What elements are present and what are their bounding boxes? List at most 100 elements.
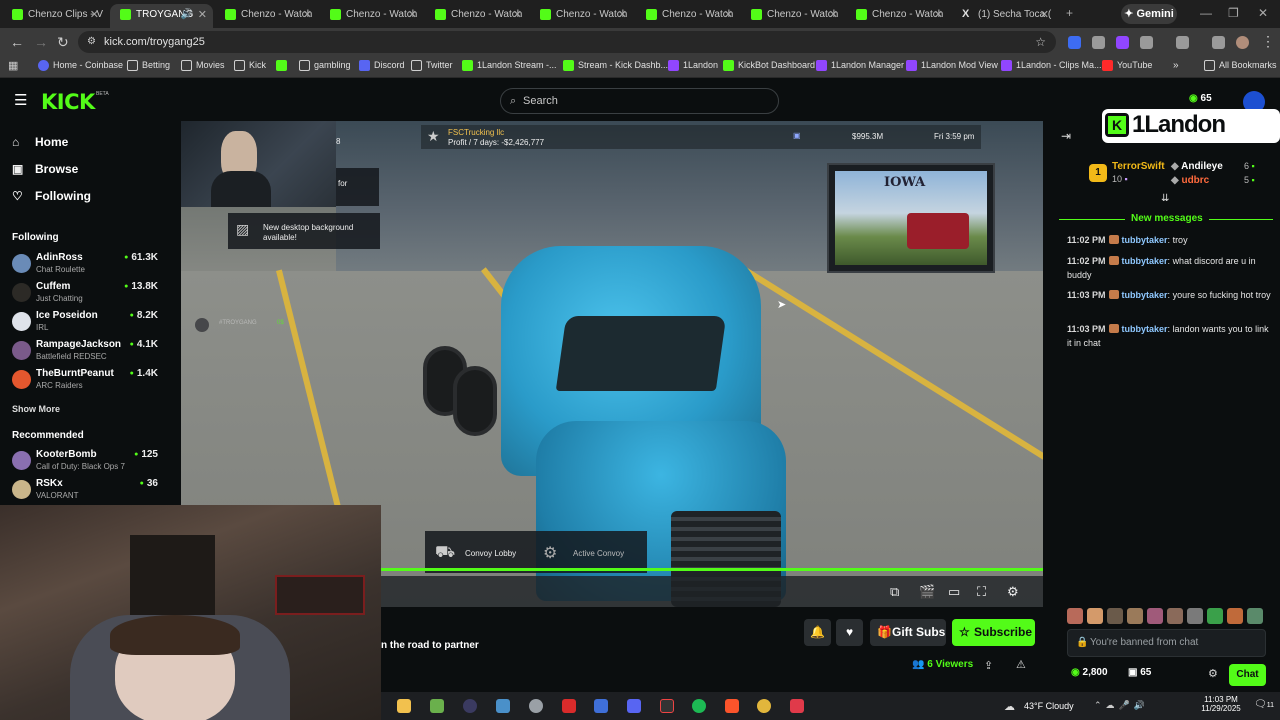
- close-icon[interactable]: ✕: [408, 4, 417, 26]
- pinned-icon[interactable]: ⇊: [1161, 193, 1169, 204]
- following-channel[interactable]: Ice Poseidon IRL 8.2K: [12, 310, 164, 338]
- browser-tab[interactable]: Chenzo - Watch ✕: [215, 4, 318, 26]
- bookmark-folder[interactable]: Movies: [181, 60, 225, 71]
- browser-tab[interactable]: Chenzo - Watch ✕: [741, 4, 844, 26]
- settings-gear-icon[interactable]: [529, 699, 543, 713]
- emote-icon[interactable]: [1207, 608, 1223, 624]
- close-icon[interactable]: ✕: [1040, 4, 1049, 26]
- twitch-extension-icon[interactable]: [1116, 36, 1129, 49]
- following-channel[interactable]: RampageJackson Battlefield REDSEC 4.1K: [12, 339, 164, 367]
- speaker-icon[interactable]: 🔊: [181, 4, 193, 26]
- emote-icon[interactable]: [1127, 608, 1143, 624]
- recommended-channel[interactable]: RSKx VALORANT 36: [12, 478, 164, 506]
- bookmark-kick[interactable]: Stream - Kick Dashb...: [563, 60, 668, 71]
- close-icon[interactable]: ✕: [198, 4, 207, 26]
- back-icon[interactable]: ←: [10, 34, 24, 50]
- menu-dots-icon[interactable]: ⋮: [1261, 33, 1275, 50]
- browser-tab[interactable]: Chenzo - Watch ✕: [846, 4, 949, 26]
- chat-input[interactable]: 🔒 You're banned from chat: [1067, 629, 1266, 657]
- new-tab-icon[interactable]: +: [1066, 6, 1073, 20]
- close-icon[interactable]: ✕: [618, 4, 627, 26]
- emote-icon[interactable]: [1227, 608, 1243, 624]
- emote-icon[interactable]: [1067, 608, 1083, 624]
- url-input[interactable]: ⚙ kick.com/troygang25 ☆: [78, 31, 1056, 53]
- chat-send-button[interactable]: Chat: [1229, 664, 1266, 686]
- system-tray-icons[interactable]: ⌃☁🎤🔊: [1094, 700, 1149, 711]
- weather-widget[interactable]: 43°F Cloudy: [1024, 701, 1074, 711]
- bookmark-purple[interactable]: 1Landon Manager: [816, 60, 904, 71]
- emote-icon[interactable]: [1167, 608, 1183, 624]
- bookmark-kick[interactable]: 1Landon Stream -...: [462, 60, 557, 71]
- apps-grid-icon[interactable]: ▦: [8, 59, 18, 72]
- leader-name[interactable]: ◆ udbrc: [1171, 175, 1209, 186]
- subscribe-button[interactable]: ☆ Subscribe: [952, 619, 1035, 646]
- bookmark-folder[interactable]: Twitter: [411, 60, 453, 71]
- file-explorer-icon[interactable]: [397, 699, 411, 713]
- emote-icon[interactable]: [1087, 608, 1103, 624]
- convoy-lobby-label[interactable]: Convoy Lobby: [465, 549, 516, 558]
- emote-icon[interactable]: [1147, 608, 1163, 624]
- emote-icon[interactable]: [1187, 608, 1203, 624]
- close-icon[interactable]: ✕: [724, 4, 733, 26]
- bookmark-purple[interactable]: 1Landon: [668, 60, 718, 71]
- browser-tab-active[interactable]: TROYGANG 🔊 ✕: [110, 4, 213, 28]
- settings-gear-icon[interactable]: ⚙: [1208, 667, 1218, 680]
- close-icon[interactable]: ✕: [90, 4, 99, 26]
- nvidia-icon[interactable]: [430, 699, 444, 713]
- bookmark-kick[interactable]: KickBot Dashboard: [723, 60, 815, 71]
- following-channel[interactable]: Cuffem Just Chatting 13.8K: [12, 281, 164, 309]
- discord-icon[interactable]: [627, 699, 641, 713]
- bookmark-coinbase[interactable]: Home - Coinbase: [38, 60, 123, 71]
- notification-icon[interactable]: 🗨11: [1254, 699, 1274, 710]
- following-channel[interactable]: TheBurntPeanut ARC Raiders 1.4K: [12, 368, 164, 396]
- bookmark-youtube[interactable]: YouTube: [1102, 60, 1152, 71]
- bookmark-icon-only[interactable]: [276, 60, 287, 73]
- browser-tab[interactable]: Chenzo - Watch ✕: [320, 4, 423, 26]
- profile-avatar-icon[interactable]: [1236, 36, 1249, 49]
- nav-home[interactable]: ⌂ Home: [12, 135, 68, 149]
- spotify-icon[interactable]: [692, 699, 706, 713]
- search-input[interactable]: ⌕ Search: [500, 88, 779, 114]
- bookmark-folder[interactable]: gambling: [299, 60, 351, 71]
- share-icon[interactable]: ⇪: [984, 659, 993, 672]
- pip-icon[interactable]: ⧉: [890, 584, 899, 600]
- follow-heart-button[interactable]: ♥: [836, 619, 863, 646]
- star-icon[interactable]: ☆: [1035, 31, 1046, 53]
- theater-mode-icon[interactable]: ▭: [948, 584, 960, 600]
- bookmark-purple[interactable]: 1Landon - Clips Ma...: [1001, 60, 1102, 71]
- minimize-icon[interactable]: —: [1200, 6, 1212, 20]
- gift-count[interactable]: ▣ 65: [1128, 667, 1151, 678]
- browser-tab[interactable]: X (1) Secha Toca (✕: [952, 4, 1055, 26]
- emote-icon[interactable]: [1247, 608, 1263, 624]
- nav-browse[interactable]: ▣ Browse: [12, 162, 78, 176]
- brave-icon[interactable]: [725, 699, 739, 713]
- close-icon[interactable]: ✕: [934, 4, 943, 26]
- browser-tab[interactable]: Chenzo Clips - V ✕: [2, 4, 105, 26]
- channel-points[interactable]: ◉ 2,800: [1071, 667, 1108, 678]
- obs-icon[interactable]: [660, 699, 674, 713]
- chrome-icon[interactable]: [757, 699, 771, 713]
- following-channel[interactable]: AdinRoss Chat Roulette 61.3K: [12, 252, 164, 280]
- leader-name[interactable]: ◆ Andileye: [1171, 161, 1223, 172]
- bookmark-discord[interactable]: Discord: [359, 60, 405, 71]
- browser-tab[interactable]: Chenzo - Watch ✕: [636, 4, 739, 26]
- bookmark-folder[interactable]: Betting: [127, 60, 170, 71]
- app-icon[interactable]: [790, 699, 804, 713]
- close-icon[interactable]: ✕: [829, 4, 838, 26]
- puzzle-icon[interactable]: [1140, 36, 1153, 49]
- nav-following[interactable]: ♡ Following: [12, 189, 91, 203]
- forward-icon[interactable]: →: [34, 34, 48, 50]
- extension-icon[interactable]: [1092, 36, 1105, 49]
- report-warning-icon[interactable]: ⚠: [1016, 658, 1026, 671]
- close-icon[interactable]: ✕: [303, 4, 312, 26]
- all-bookmarks[interactable]: All Bookmarks: [1204, 60, 1277, 71]
- notification-bell-button[interactable]: 🔔: [804, 619, 831, 646]
- show-more-link[interactable]: Show More: [12, 404, 60, 414]
- gemini-button[interactable]: ✦ Gemini: [1121, 4, 1177, 24]
- close-icon[interactable]: ✕: [513, 4, 522, 26]
- calculator-icon[interactable]: [496, 699, 510, 713]
- recommended-channel[interactable]: KooterBomb Call of Duty: Black Ops 7 125: [12, 449, 164, 477]
- emote-icon[interactable]: [1107, 608, 1123, 624]
- app-red-icon[interactable]: [562, 699, 576, 713]
- active-convoy-label[interactable]: Active Convoy: [573, 549, 624, 558]
